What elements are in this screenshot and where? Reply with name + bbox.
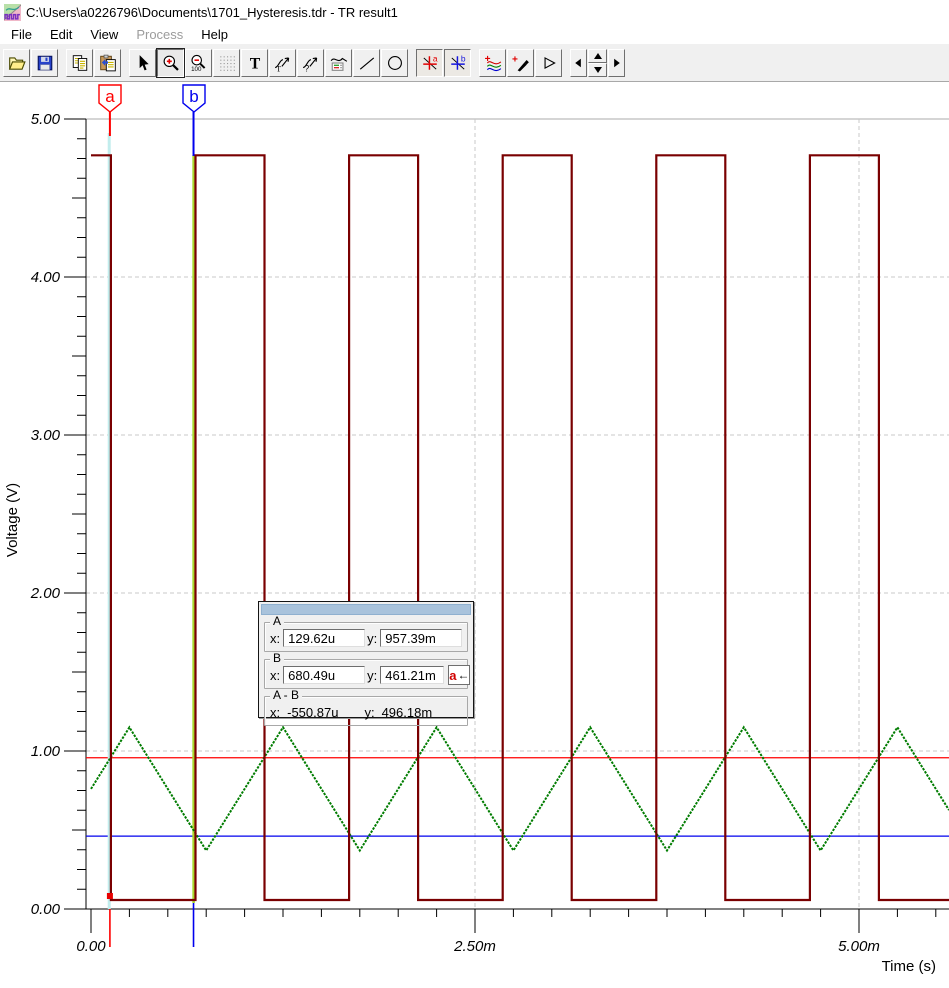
line-tool-button[interactable]	[353, 48, 380, 77]
cursor-diff-group: A - B x: -550.87u y: 496.18m	[264, 689, 468, 726]
text-tool-button[interactable]: T	[241, 48, 268, 77]
cursor-step-spinner[interactable]	[588, 48, 607, 77]
cursor-a-group-label: A	[270, 615, 285, 627]
cursor-diff-group-label: A - B	[270, 689, 303, 701]
y-tick-label: 0.00	[31, 901, 61, 918]
curve-picker-button[interactable]: +	[507, 48, 534, 77]
input-triangle-curve[interactable]	[90, 725, 949, 853]
y-axis-title: Voltage (V)	[4, 483, 21, 557]
svg-text:T: T	[249, 55, 260, 71]
add-curves-button[interactable]: +	[479, 48, 506, 77]
curve-query-button[interactable]: ?	[297, 48, 324, 77]
cursor-b-y-input[interactable]	[380, 666, 445, 684]
menu-help[interactable]: Help	[192, 25, 237, 44]
a-y-label: y:	[367, 630, 378, 646]
grid-toggle-button	[213, 48, 240, 77]
spin-down-button[interactable]	[588, 62, 607, 77]
open-file-button[interactable]	[3, 48, 30, 77]
spin-up-button[interactable]	[588, 48, 607, 63]
y-tick-label: 4.00	[31, 269, 61, 286]
svg-text:100: 100	[191, 65, 202, 71]
cursor-b-x-input[interactable]	[283, 666, 366, 684]
waveform-chart[interactable]: 0.00 1.00 2.00 3.00 4.00 5.00 0.00 2.50m 5.00mTi…	[0, 82, 949, 988]
y-tick-label: 1.00	[31, 743, 61, 760]
y-tick-label: 2.00	[30, 585, 61, 602]
b-y-label: y:	[367, 667, 378, 683]
cursor-b-flag-label: b	[189, 87, 198, 106]
window-title: C:\Users\a0226796\Documents\1701_Hystere…	[26, 4, 398, 20]
copy-button[interactable]	[66, 48, 93, 77]
output-square-curve[interactable]	[91, 154, 949, 902]
app-icon	[4, 3, 21, 21]
x-tick-label: 5.00m	[838, 938, 880, 955]
select-arrow-button[interactable]	[129, 48, 156, 77]
save-button[interactable]	[31, 48, 58, 77]
curve-label-button[interactable]: T	[269, 48, 296, 77]
play-button[interactable]	[535, 48, 562, 77]
x-axis-title: Time (s)	[882, 958, 936, 975]
cursor-a-x-input[interactable]	[283, 629, 366, 647]
a-x-label: x:	[270, 630, 281, 646]
cursor-a-flag-label: a	[105, 87, 115, 106]
diff-y-label: y:	[364, 704, 375, 720]
toolbar: 100 T T? a b + +	[0, 44, 949, 82]
step-left-button[interactable]	[570, 48, 587, 77]
zoom-in-button[interactable]	[156, 47, 185, 78]
legend-button[interactable]	[325, 48, 352, 77]
step-right-button[interactable]	[608, 48, 625, 77]
menu-file[interactable]: File	[2, 25, 41, 44]
menu-view[interactable]: View	[81, 25, 127, 44]
x-tick-label: 2.50m	[453, 938, 496, 955]
cursor-a-group: A x: y:	[264, 615, 468, 652]
y-tick-label: 3.00	[31, 427, 61, 444]
zoom-100-button[interactable]: 100	[185, 48, 212, 77]
cursor-a-marker[interactable]	[106, 893, 113, 899]
svg-text:b: b	[460, 54, 465, 63]
cursor-b-button[interactable]: b	[444, 48, 471, 77]
svg-text:+: +	[512, 54, 518, 65]
diff-x-value: -550.87u	[287, 704, 339, 720]
menu-edit[interactable]: Edit	[41, 25, 81, 44]
diff-x-label: x:	[270, 704, 281, 720]
svg-text:?: ?	[304, 63, 309, 72]
cursor-b-group: B x: y: a ←	[264, 652, 471, 689]
y-tick-label: 5.00	[31, 111, 61, 128]
svg-text:T: T	[276, 64, 281, 72]
left-arrow-icon: ←	[457, 668, 470, 682]
cursor-panel-titlebar[interactable]	[261, 604, 471, 615]
diff-y-value: 496.18m	[381, 704, 433, 720]
cursor-a-y-input[interactable]	[380, 629, 463, 647]
paste-button[interactable]	[94, 48, 121, 77]
menu-bar: File Edit View Process Help	[0, 24, 949, 44]
ellipse-tool-button[interactable]	[381, 48, 408, 77]
jump-to-cursor-a-button[interactable]: a ←	[448, 665, 471, 685]
jump-a-glyph: a	[449, 667, 457, 683]
svg-text:a: a	[432, 54, 437, 63]
cursor-values-panel[interactable]: A x: y: B x: y: a ← A - B x: -550.87u y:…	[258, 601, 474, 726]
svg-text:+: +	[484, 54, 490, 65]
menu-process: Process	[136, 26, 184, 42]
x-tick-label: 0.00	[76, 938, 106, 955]
b-x-label: x:	[270, 667, 281, 683]
cursor-b-group-label: B	[270, 652, 285, 664]
window-titlebar[interactable]: C:\Users\a0226796\Documents\1701_Hystere…	[0, 0, 949, 24]
cursor-a-button[interactable]: a	[416, 48, 443, 77]
